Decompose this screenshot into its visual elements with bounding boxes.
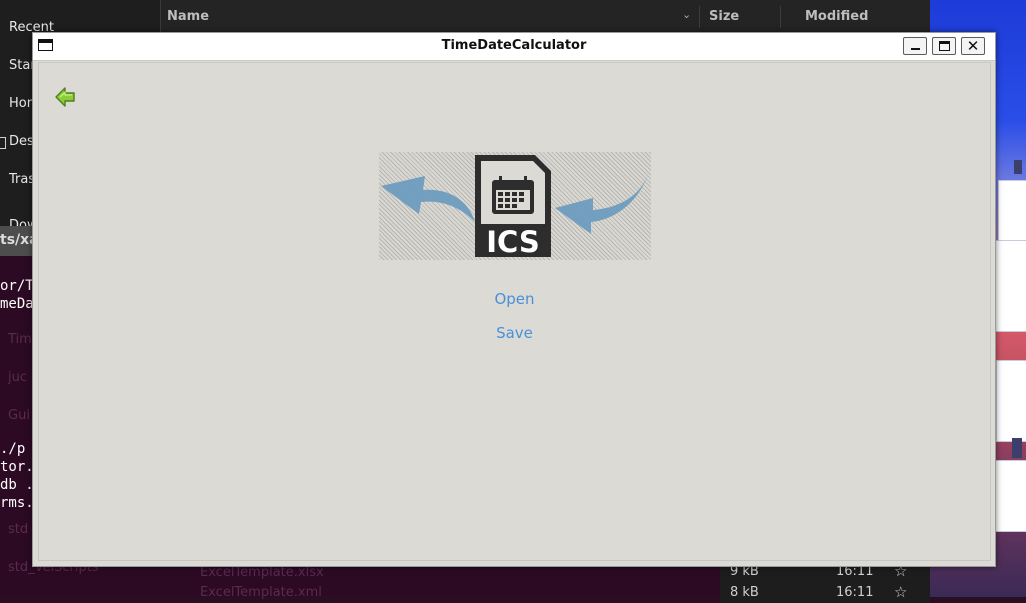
ics-label: ICS	[486, 225, 540, 259]
save-link-row: Save	[39, 324, 990, 342]
terminal-dim-line: std	[8, 522, 29, 537]
wallpaper-building	[996, 360, 1026, 442]
file-list-header: Name ⌄ Size Modified	[160, 0, 931, 32]
title-bar[interactable]: TimeDateCalculator ✕	[33, 33, 995, 61]
column-separator	[780, 6, 781, 28]
terminal-dim-line: ExcelTemplate.xml	[200, 585, 322, 600]
open-link-row: Open	[39, 290, 990, 308]
terminal-dim-line: Gui	[8, 408, 30, 423]
back-button[interactable]	[53, 85, 77, 109]
terminal-line: db .	[0, 477, 34, 493]
star-icon[interactable]: ☆	[894, 583, 907, 601]
wallpaper-building	[994, 460, 1026, 532]
wallpaper-window	[1014, 160, 1022, 174]
minimize-icon	[911, 48, 920, 50]
save-link[interactable]: Save	[496, 324, 533, 342]
sort-chevron-down-icon[interactable]: ⌄	[682, 8, 691, 21]
wallpaper-building	[998, 180, 1026, 242]
terminal-dim-line: juc	[8, 370, 27, 385]
arrow-left-icon	[55, 87, 75, 107]
column-separator	[699, 6, 700, 28]
file-size: 8 kB	[730, 585, 759, 600]
timedate-dialog: TimeDateCalculator ✕ ICS Open Save	[32, 32, 996, 567]
column-size[interactable]: Size	[709, 9, 739, 24]
window-title: TimeDateCalculator	[441, 38, 587, 53]
desktop-folder-icon	[0, 137, 6, 149]
terminal-dim-line: ExcelTemplate.xlsx	[200, 565, 324, 580]
close-button[interactable]: ✕	[961, 37, 985, 55]
wallpaper-window	[1012, 438, 1022, 458]
terminal-line: or/T	[0, 278, 34, 294]
ics-file-icon: ICS	[381, 155, 649, 259]
column-name[interactable]: Name	[167, 9, 209, 24]
terminal-line: rms.	[0, 495, 34, 511]
terminal-line: meDa	[0, 296, 34, 312]
open-link[interactable]: Open	[494, 290, 534, 308]
terminal-line: tor.	[0, 459, 34, 475]
terminal-line: ./p	[0, 441, 26, 457]
file-modified: 16:11	[836, 585, 874, 600]
column-modified[interactable]: Modified	[805, 9, 868, 24]
maximize-icon	[939, 41, 950, 51]
minimize-button[interactable]	[903, 37, 927, 55]
dialog-content: ICS Open Save	[38, 62, 991, 561]
file-row[interactable]: 8 kB 16:11 ☆	[720, 583, 930, 603]
ics-import-export-image: ICS	[379, 152, 651, 260]
close-icon: ✕	[966, 37, 980, 55]
terminal-dim-line: Tim	[8, 332, 32, 347]
maximize-button[interactable]	[932, 37, 956, 55]
wallpaper-building	[994, 240, 1026, 332]
sidebar-item-desktop[interactable]: Des	[9, 134, 34, 149]
